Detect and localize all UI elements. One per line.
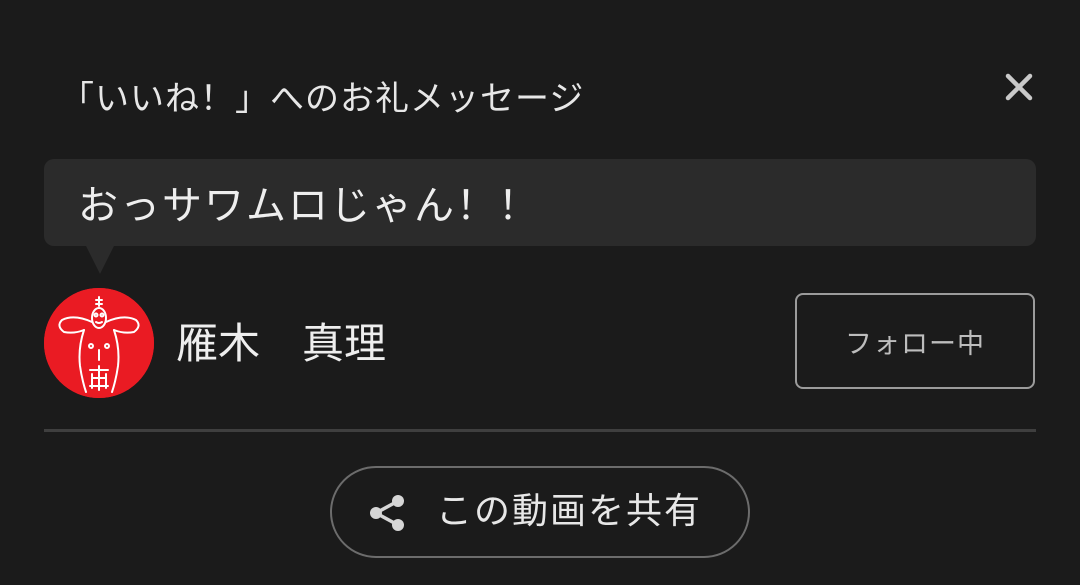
message-bubble-tail: [86, 246, 114, 274]
dialog-title: 「いいね！」へのお礼メッセージ: [60, 79, 585, 119]
share-icon: [370, 495, 404, 531]
close-button[interactable]: [996, 64, 1042, 110]
divider: [44, 429, 1036, 432]
avatar[interactable]: [44, 288, 154, 398]
thanks-message-text: おっサワムロじゃん！！: [78, 183, 540, 229]
thanks-message-dialog: 「いいね！」へのお礼メッセージ おっサワムロじゃん！！ 雁木 真理 フォロー中 …: [0, 0, 1080, 585]
close-icon: [1005, 73, 1033, 101]
share-video-button[interactable]: この動画を共有: [330, 466, 750, 558]
avatar-illustration-icon: [44, 288, 154, 398]
following-button[interactable]: フォロー中: [795, 293, 1035, 389]
share-button-label: この動画を共有: [436, 491, 703, 532]
user-name[interactable]: 雁木 真理: [176, 318, 386, 370]
